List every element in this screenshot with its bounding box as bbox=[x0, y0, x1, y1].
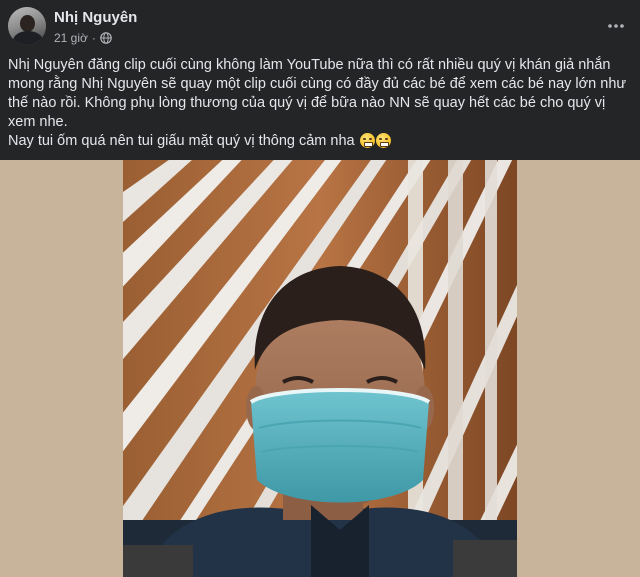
post-body-text: Nhị Nguyên đăng clip cuối cùng không làm… bbox=[8, 56, 634, 151]
meta-separator: · bbox=[91, 31, 96, 45]
post-photo-container[interactable] bbox=[0, 160, 640, 577]
more-options-button[interactable] bbox=[606, 16, 626, 36]
post-paragraph: Nay tui ốm quá nên tui giấu mặt quý vị t… bbox=[8, 132, 634, 151]
post-paragraph-text: Nay tui ốm quá nên tui giấu mặt quý vị t… bbox=[8, 133, 355, 149]
grimacing-face-icon bbox=[359, 133, 375, 148]
post-paragraph: Nhị Nguyên đăng clip cuối cùng không làm… bbox=[8, 57, 627, 130]
more-horizontal-icon bbox=[608, 24, 624, 28]
post-meta: 21 giờ · bbox=[54, 31, 112, 45]
post-header: Nhị Nguyên 21 giờ · bbox=[0, 0, 640, 52]
globe-icon[interactable] bbox=[100, 32, 112, 44]
selfie-photo-illustration bbox=[123, 160, 517, 577]
grimacing-face-icon bbox=[375, 133, 391, 148]
author-avatar[interactable] bbox=[8, 7, 46, 45]
post-photo[interactable] bbox=[123, 160, 517, 577]
post-time[interactable]: 21 giờ bbox=[54, 31, 88, 45]
author-name[interactable]: Nhị Nguyên bbox=[54, 9, 137, 26]
facebook-post: Nhị Nguyên 21 giờ · Nhị Nguyên đăng clip… bbox=[0, 0, 640, 577]
